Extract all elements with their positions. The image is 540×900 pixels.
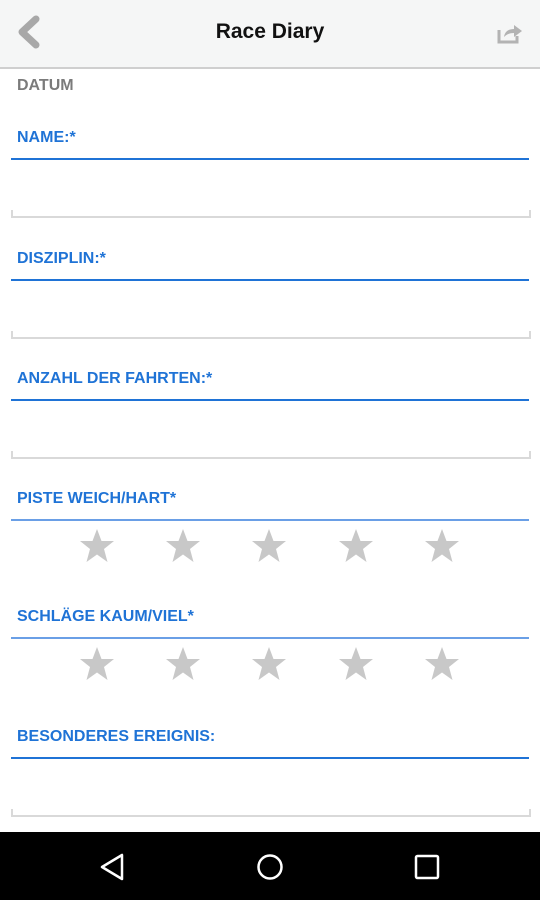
star-icon[interactable] xyxy=(423,646,461,682)
star-icon[interactable] xyxy=(337,646,375,682)
schlaege-label: SCHLÄGE KAUM/VIEL* xyxy=(17,608,194,625)
ereignis-input[interactable] xyxy=(11,763,540,811)
star-icon[interactable] xyxy=(164,528,202,564)
disziplin-input-underline xyxy=(11,331,531,339)
anzahl-input[interactable] xyxy=(11,405,540,453)
ereignis-input-underline xyxy=(11,809,531,817)
name-input[interactable] xyxy=(11,164,540,212)
ereignis-label: BESONDERES EREIGNIS: xyxy=(17,728,216,745)
star-icon[interactable] xyxy=(78,646,116,682)
nav-recents-icon[interactable] xyxy=(410,850,444,884)
star-icon[interactable] xyxy=(78,528,116,564)
piste-rating xyxy=(0,528,540,568)
system-nav-bar xyxy=(0,832,540,900)
disziplin-input[interactable] xyxy=(11,285,540,333)
name-label: NAME:* xyxy=(17,129,76,146)
piste-label: PISTE WEICH/HART* xyxy=(17,490,177,507)
page-title: Race Diary xyxy=(215,20,325,43)
piste-divider xyxy=(11,519,529,521)
star-icon[interactable] xyxy=(250,528,288,564)
star-icon[interactable] xyxy=(423,528,461,564)
name-input-underline xyxy=(11,210,531,218)
star-icon[interactable] xyxy=(164,646,202,682)
share-icon[interactable] xyxy=(497,22,523,44)
star-icon[interactable] xyxy=(250,646,288,682)
name-divider xyxy=(11,158,529,160)
anzahl-label: ANZAHL DER FAHRTEN:* xyxy=(17,370,213,387)
star-icon[interactable] xyxy=(337,528,375,564)
app-bar: Race Diary xyxy=(0,0,540,69)
datum-label[interactable]: DATUM xyxy=(17,77,74,95)
ereignis-divider xyxy=(11,757,529,759)
anzahl-divider xyxy=(11,399,529,401)
disziplin-divider xyxy=(11,279,529,281)
schlaege-rating xyxy=(0,646,540,686)
nav-home-icon[interactable] xyxy=(253,850,287,884)
disziplin-label: DISZIPLIN:* xyxy=(17,250,106,267)
schlaege-divider xyxy=(11,637,529,639)
nav-back-icon[interactable] xyxy=(96,850,130,884)
anzahl-input-underline xyxy=(11,451,531,459)
